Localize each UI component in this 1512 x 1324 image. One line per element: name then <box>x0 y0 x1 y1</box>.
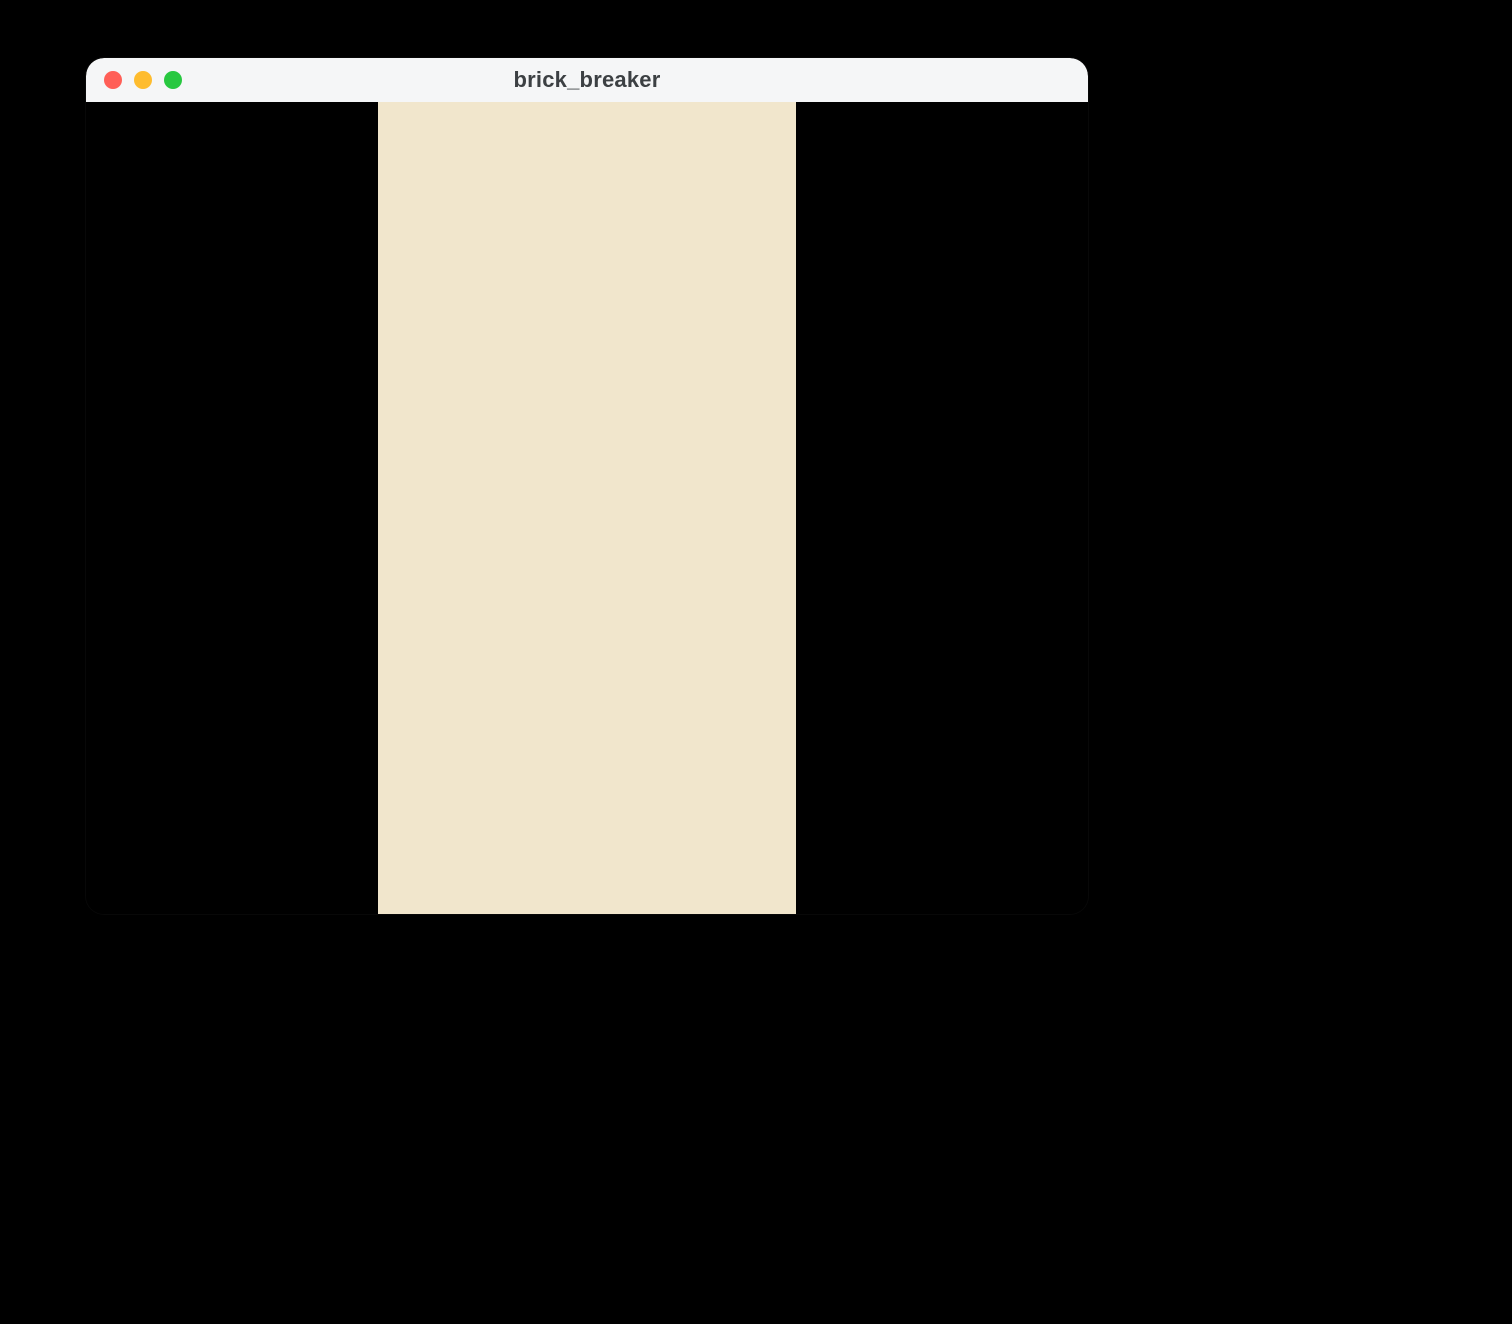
traffic-lights <box>104 71 182 89</box>
app-window: brick_breaker <box>86 58 1088 914</box>
game-canvas[interactable] <box>378 102 796 914</box>
window-title: brick_breaker <box>86 67 1088 93</box>
minimize-icon[interactable] <box>134 71 152 89</box>
window-content <box>86 102 1088 914</box>
fullscreen-icon[interactable] <box>164 71 182 89</box>
close-icon[interactable] <box>104 71 122 89</box>
titlebar[interactable]: brick_breaker <box>86 58 1088 102</box>
